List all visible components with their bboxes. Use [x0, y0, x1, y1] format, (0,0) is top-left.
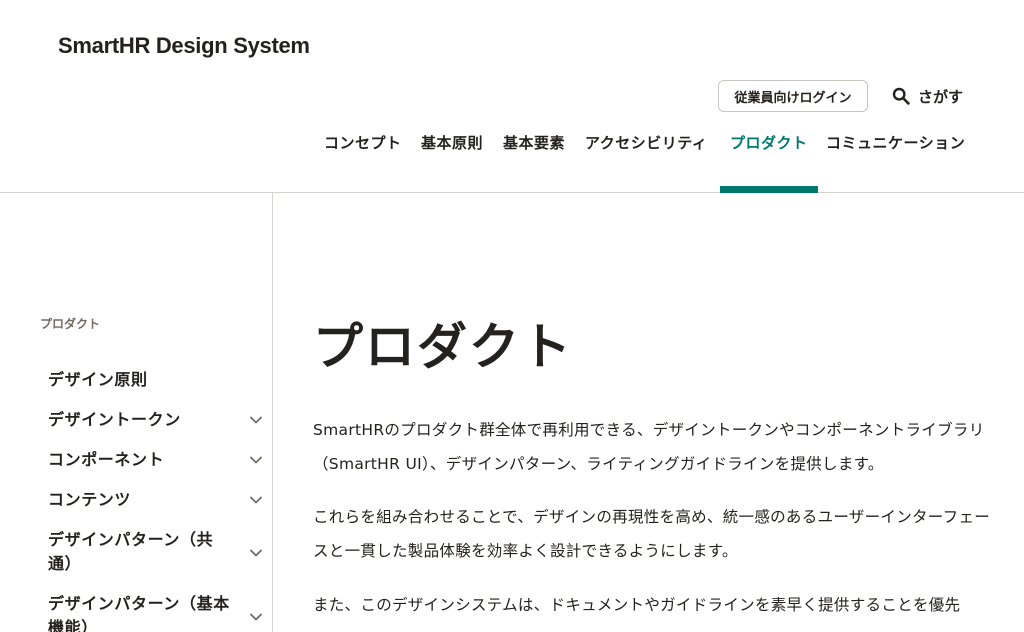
- chevron-down-icon[interactable]: [249, 413, 263, 427]
- chevron-down-icon[interactable]: [249, 610, 263, 624]
- sidebar-item-design-tokens[interactable]: デザイントークン: [48, 408, 266, 432]
- nav-item-basic-principles[interactable]: 基本原則: [421, 132, 483, 153]
- nav-item-accessibility[interactable]: アクセシビリティ: [585, 132, 707, 153]
- search-icon: [892, 87, 910, 105]
- sidebar: プロダクト デザイン原則 デザイントークン コンポーネント コンテンツ デザイン…: [0, 193, 273, 632]
- sidebar-item-label: コンテンツ: [48, 490, 132, 509]
- sidebar-item-design-principles[interactable]: デザイン原則: [48, 368, 266, 392]
- employee-login-button[interactable]: 従業員向けログイン: [718, 80, 868, 112]
- nav-item-concept[interactable]: コンセプト: [324, 132, 402, 153]
- sidebar-item-design-patterns-basic[interactable]: デザインパターン（基本機能）: [48, 592, 266, 632]
- nav-item-communication[interactable]: コミュニケーション: [826, 132, 965, 153]
- main-content: プロダクト SmartHRのプロダクト群全体で再利用できる、デザイントークンやコ…: [273, 193, 1024, 632]
- sidebar-item-components[interactable]: コンポーネント: [48, 448, 266, 472]
- sidebar-item-label: デザイン原則: [48, 370, 148, 389]
- page-title: プロダクト: [313, 318, 573, 376]
- sidebar-item-label: デザインパターン（基本機能）: [48, 594, 230, 632]
- nav-item-basic-elements[interactable]: 基本要素: [503, 132, 565, 153]
- site-header: SmartHR Design System 従業員向けログイン さがす コンセプ…: [0, 0, 1024, 193]
- sidebar-item-label: コンポーネント: [48, 450, 165, 469]
- sidebar-item-contents[interactable]: コンテンツ: [48, 488, 266, 512]
- sidebar-heading: プロダクト: [40, 317, 101, 331]
- paragraph: これらを組み合わせることで、デザインの再現性を高め、統一感のあるユーザーインター…: [313, 508, 991, 560]
- intro-paragraph: SmartHRのプロダクト群全体で再利用できる、デザイントークンやコンポーネント…: [313, 421, 985, 473]
- paragraph: また、このデザインシステムは、ドキュメントやガイドラインを素早く提供することを優…: [313, 596, 961, 614]
- global-nav: コンセプト 基本原則 基本要素 アクセシビリティ プロダクト コミュニケーション: [0, 132, 1024, 156]
- search-button[interactable]: さがす: [892, 84, 963, 108]
- sidebar-item-label: デザイントークン: [48, 410, 181, 429]
- sidebar-item-label: デザインパターン（共通）: [48, 530, 214, 573]
- chevron-down-icon[interactable]: [249, 453, 263, 467]
- nav-item-product[interactable]: プロダクト: [730, 132, 808, 153]
- chevron-down-icon[interactable]: [249, 546, 263, 560]
- chevron-down-icon[interactable]: [249, 493, 263, 507]
- site-logo[interactable]: SmartHR Design System: [58, 33, 310, 59]
- sidebar-item-design-patterns-common[interactable]: デザインパターン（共通）: [48, 528, 266, 576]
- search-label: さがす: [918, 87, 964, 106]
- active-nav-indicator: [720, 186, 818, 193]
